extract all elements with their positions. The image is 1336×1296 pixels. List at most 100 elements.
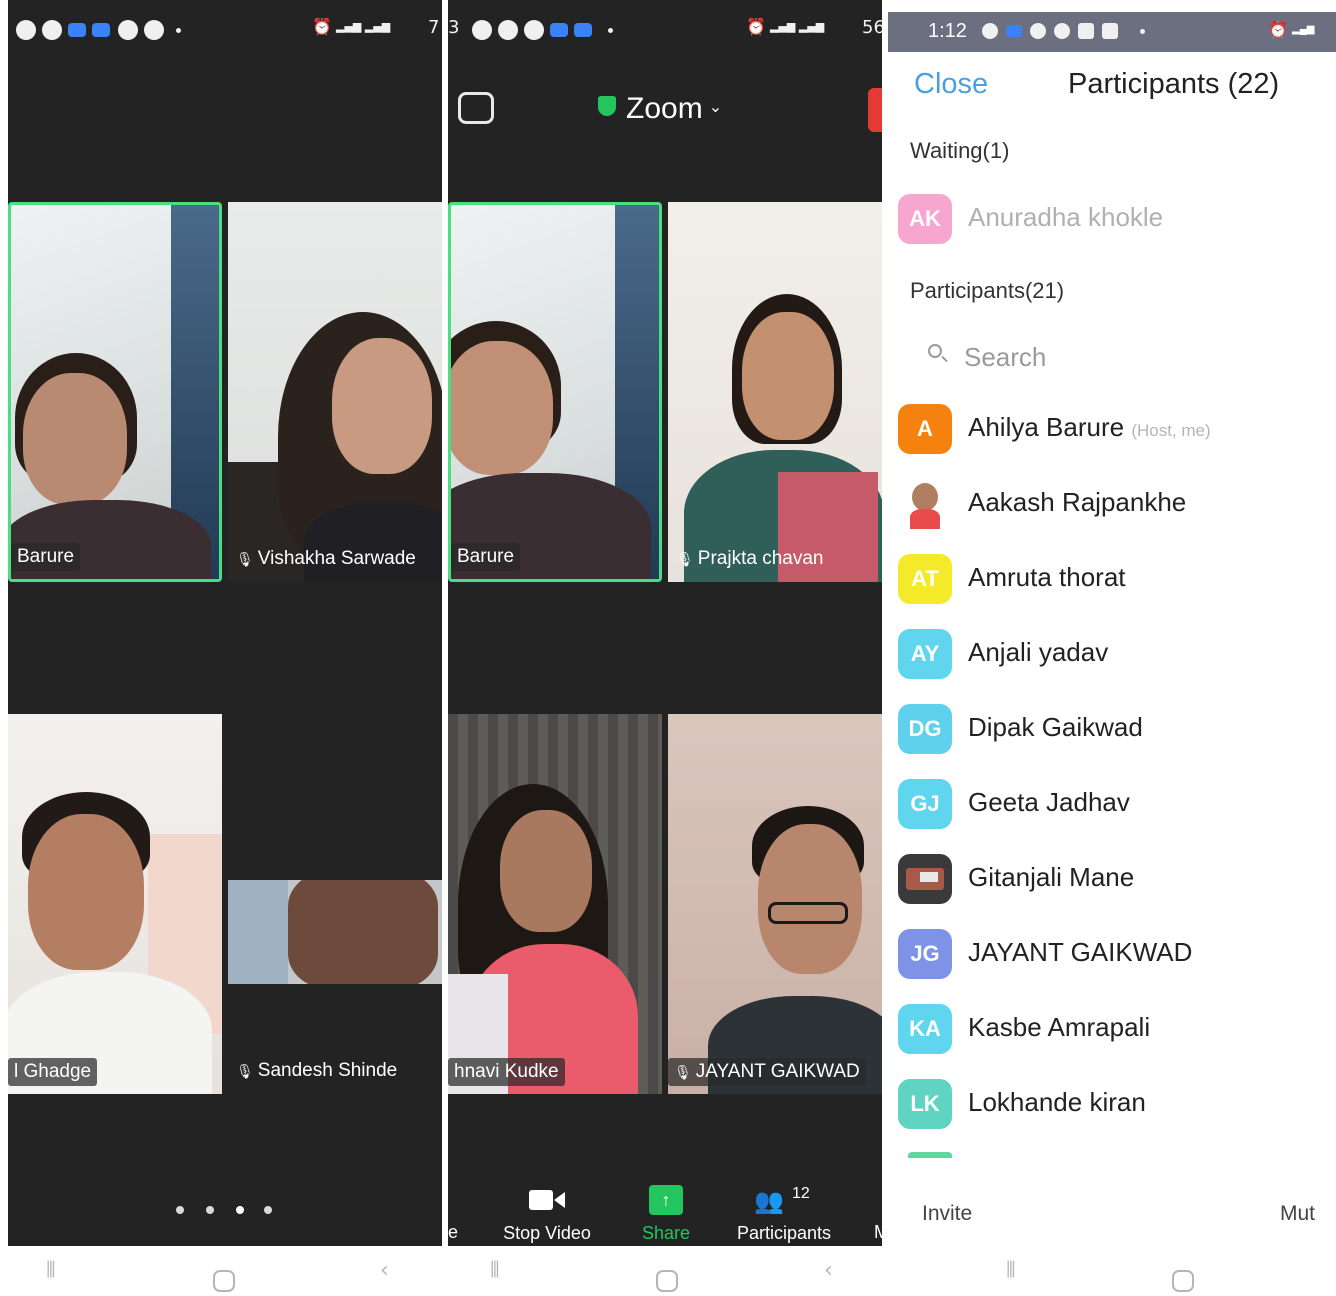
participant-name: Lokhande kiran <box>968 1087 1146 1117</box>
page-indicator-dot[interactable] <box>176 1206 184 1214</box>
home-icon[interactable] <box>213 1270 235 1292</box>
participants-section-label: Participants(21) <box>910 278 1065 303</box>
signal-icon: ▂▄▆ ▂▄▆ <box>770 20 825 33</box>
android-nav-bar: ⦀ ‹ <box>8 1246 442 1296</box>
recent-apps-icon[interactable]: ⦀ <box>490 1258 500 1283</box>
participant-list-item[interactable]: GJ Geeta Jadhav <box>888 775 1336 835</box>
participant-face <box>23 373 127 505</box>
waiting-list-item[interactable]: AK Anuradha khokle <box>888 190 1336 250</box>
avatar: DG <box>898 704 952 754</box>
chat-icon <box>1030 23 1046 39</box>
messenger-icon <box>1006 25 1022 37</box>
whatsapp-icon <box>16 20 36 40</box>
video-camera-icon <box>529 1185 565 1215</box>
participant-name: Anjali yadav <box>968 637 1109 667</box>
participant-name: Dipak Gaikwad <box>968 712 1143 742</box>
status-bar: ⏰ ▂▄▆ ▂▄▆ 7 <box>8 14 442 50</box>
video-tile-prajkta-chavan[interactable]: 🎙 Prajkta chavan <box>668 202 882 582</box>
participant-name: Amruta thorat <box>968 562 1126 592</box>
video-tile-barure[interactable]: Barure <box>448 202 662 582</box>
battery-fragment: 56 <box>862 17 882 38</box>
more-button-cut[interactable]: M <box>874 1222 882 1243</box>
switch-camera-icon[interactable] <box>458 92 494 124</box>
participants-icon: 👥 <box>754 1188 784 1215</box>
facebook-icon <box>42 20 62 40</box>
participant-name-label: 🎙 Sandesh Shinde <box>236 1060 398 1081</box>
search-field[interactable]: Search <box>924 338 1304 378</box>
messenger-icon <box>68 23 86 37</box>
participants-button[interactable]: 👥 12 Participants <box>724 1185 844 1244</box>
glasses <box>768 902 848 924</box>
waiting-section-label: Waiting(1) <box>910 138 1010 163</box>
avatar: KA <box>898 1004 952 1054</box>
participant-list-item[interactable]: JG JAYANT GAIKWAD <box>888 925 1336 985</box>
participant-list-item[interactable]: Gitanjali Mane <box>888 850 1336 910</box>
participant-name-label: 🎙 JAYANT GAIKWAD <box>668 1058 866 1086</box>
share-icon: ↑ <box>649 1185 683 1215</box>
participant-list-item[interactable]: KA Kasbe Amrapali <box>888 1000 1336 1060</box>
video-tile-jayant-gaikwad[interactable]: 🎙 JAYANT GAIKWAD <box>668 714 882 1094</box>
participant-face <box>500 810 592 932</box>
meeting-title-button[interactable]: Zoom ⌄ <box>598 92 722 126</box>
mute-all-button[interactable]: Mut <box>1280 1202 1336 1226</box>
home-icon[interactable] <box>1172 1270 1194 1292</box>
shield-check-icon <box>598 96 616 116</box>
message-icon <box>1054 23 1070 39</box>
grid-icon <box>1078 23 1094 39</box>
home-icon[interactable] <box>656 1270 678 1292</box>
video-tile-barure[interactable]: Barure <box>8 202 222 582</box>
page-indicator-dot[interactable] <box>206 1206 214 1214</box>
alarm-icon: ⏰ <box>746 17 766 36</box>
participant-name: Kasbe Amrapali <box>968 1012 1151 1042</box>
more-notifications-icon <box>176 28 181 33</box>
host-label: (Host, me) <box>1131 421 1211 440</box>
recent-apps-icon[interactable]: ⦀ <box>46 1258 56 1283</box>
video-tile-sandesh-shinde[interactable] <box>228 880 442 984</box>
image-icon <box>1102 23 1118 39</box>
muted-mic-icon: 🎙 <box>236 1063 254 1079</box>
participant-name: Aakash Rajpankhe <box>968 487 1187 517</box>
participant-list-item[interactable]: LK Lokhande kiran <box>888 1075 1336 1135</box>
next-avatar-partial <box>908 1152 952 1158</box>
page-indicator-dot[interactable] <box>264 1206 272 1214</box>
muted-mic-icon: 🎙 <box>236 551 254 567</box>
video-tile-ghadge[interactable]: l Ghadge <box>8 714 222 1094</box>
participant-name: JAYANT GAIKWAD <box>968 937 1193 967</box>
recent-apps-icon[interactable]: ⦀ <box>1006 1258 1016 1283</box>
participant-name: Gitanjali Mane <box>968 862 1135 892</box>
clock: 1:12 <box>928 20 967 42</box>
participant-name-tag: l Ghadge <box>8 1058 98 1086</box>
alarm-icon: ⏰ <box>312 17 332 36</box>
back-icon[interactable]: ‹ <box>380 1258 389 1283</box>
search-icon-handle <box>941 355 948 363</box>
participant-list-item[interactable]: DG Dipak Gaikwad <box>888 700 1336 760</box>
leave-button[interactable] <box>868 88 882 132</box>
share-button[interactable]: ↑ Share <box>626 1185 706 1244</box>
toolbar-item-cut[interactable]: e <box>448 1222 460 1243</box>
stop-video-button[interactable]: Stop Video <box>492 1185 602 1244</box>
clock-fragment: 7 <box>428 17 440 38</box>
participant-list-item[interactable]: AT Amruta thorat <box>888 550 1336 610</box>
participant-face <box>758 824 862 974</box>
participant-face <box>28 814 144 970</box>
video-tile-kudke[interactable]: hnavi Kudke <box>448 714 662 1094</box>
android-nav-bar: ⦀ ‹ <box>448 1246 882 1296</box>
participant-face <box>332 338 432 474</box>
invite-button[interactable]: Invite <box>922 1202 972 1226</box>
participant-list-item[interactable]: A Ahilya Barure (Host, me) <box>888 400 1336 460</box>
participant-name-tag: Barure <box>11 543 81 571</box>
facebook-icon <box>524 20 544 40</box>
status-bar: 3 ⏰ ▂▄▆ ▂▄▆ 56 <box>448 14 882 50</box>
more-notifications-icon <box>1140 29 1145 34</box>
participant-list-item[interactable]: AY Anjali yadav <box>888 625 1336 685</box>
participant-name: Ahilya Barure <box>968 412 1125 442</box>
video-tile-vishakha-sarwade[interactable]: 🎙 Vishakha Sarwade <box>228 202 442 582</box>
close-button[interactable]: Close <box>914 68 988 101</box>
page-indicator-dot-active[interactable] <box>236 1206 244 1214</box>
facebook-icon <box>498 20 518 40</box>
back-icon[interactable]: ‹ <box>824 1258 833 1283</box>
participant-name-label: 🎙 Prajkta chavan <box>676 548 824 569</box>
participant-list-item[interactable]: Aakash Rajpankhe <box>888 475 1336 535</box>
participant-name: Anuradha khokle <box>968 202 1164 232</box>
facebook-icon <box>982 23 998 39</box>
